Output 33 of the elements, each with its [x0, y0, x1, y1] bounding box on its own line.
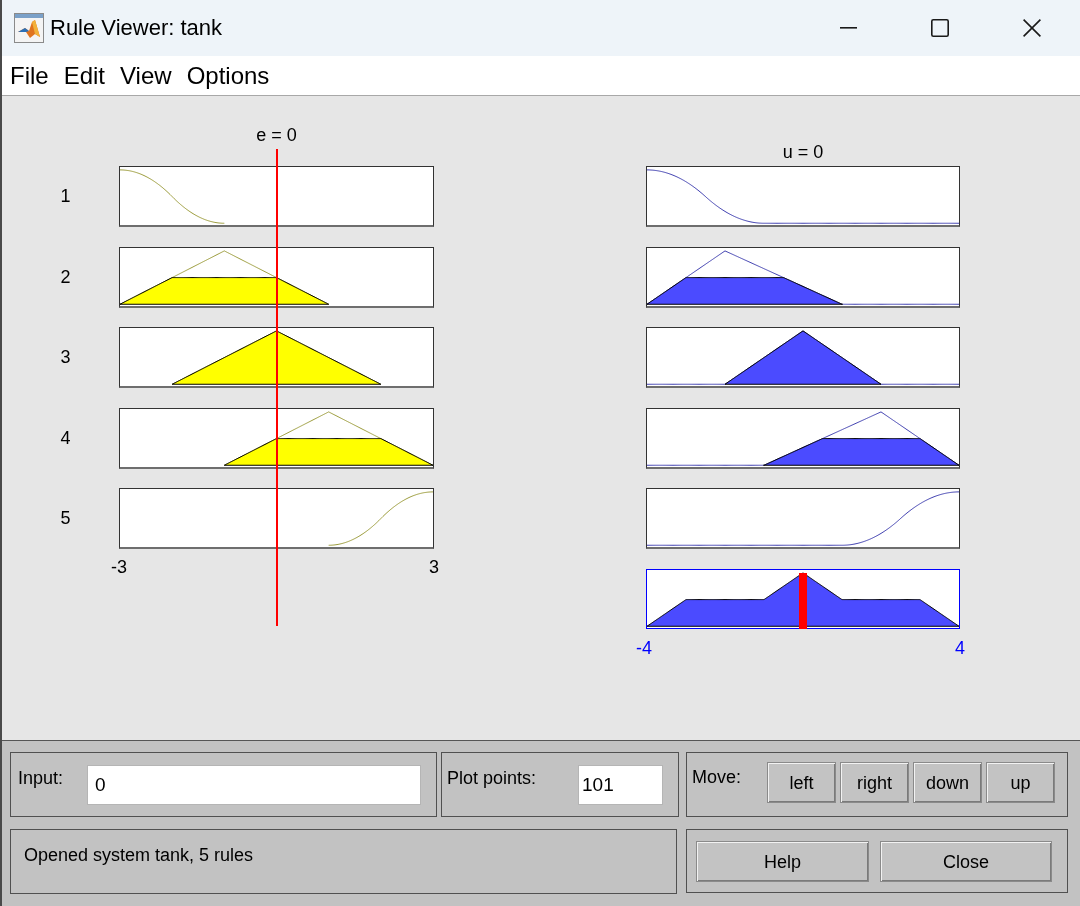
move-button[interactable]: down — [913, 762, 982, 803]
maximize-icon — [931, 19, 949, 37]
axis-tick-label: -3 — [111, 557, 127, 578]
close-icon — [1023, 19, 1041, 37]
field-label: Plot points: — [447, 767, 537, 789]
move-button[interactable]: right — [840, 762, 909, 803]
field-label: Input: — [18, 767, 64, 789]
menu-item[interactable]: View — [120, 63, 172, 88]
minimize-icon — [839, 27, 857, 29]
plot-title: e = 0 — [256, 125, 297, 146]
move-button[interactable]: up — [986, 762, 1055, 803]
field-label: Move: — [692, 766, 742, 788]
rule-number: 4 — [60, 427, 71, 449]
window-title: Rule Viewer: tank — [50, 17, 222, 39]
rule-number: 2 — [60, 266, 71, 288]
menu-item[interactable]: File — [10, 63, 49, 88]
dialog-button[interactable]: Close — [880, 841, 1052, 882]
input-marker-line[interactable] — [275, 149, 278, 626]
axis-tick-label: 3 — [429, 557, 439, 578]
dialog-button[interactable]: Help — [696, 841, 869, 882]
status-message: Opened system tank, 5 rules — [24, 845, 254, 865]
rule-number: 1 — [60, 186, 71, 207]
input-field[interactable]: 0 — [87, 765, 421, 805]
menu-item[interactable]: Edit — [63, 63, 106, 88]
plot-title: u = 0 — [782, 142, 824, 163]
rule-number: 5 — [60, 508, 71, 529]
menu-item[interactable]: Options — [186, 63, 270, 88]
app-icon — [14, 13, 44, 43]
plot-points-field[interactable]: 101 — [578, 765, 663, 805]
move-button[interactable]: left — [767, 762, 836, 803]
axis-tick-label: -4 — [636, 637, 652, 659]
rule-number: 3 — [60, 347, 71, 368]
axis-tick-label: 4 — [955, 637, 965, 659]
